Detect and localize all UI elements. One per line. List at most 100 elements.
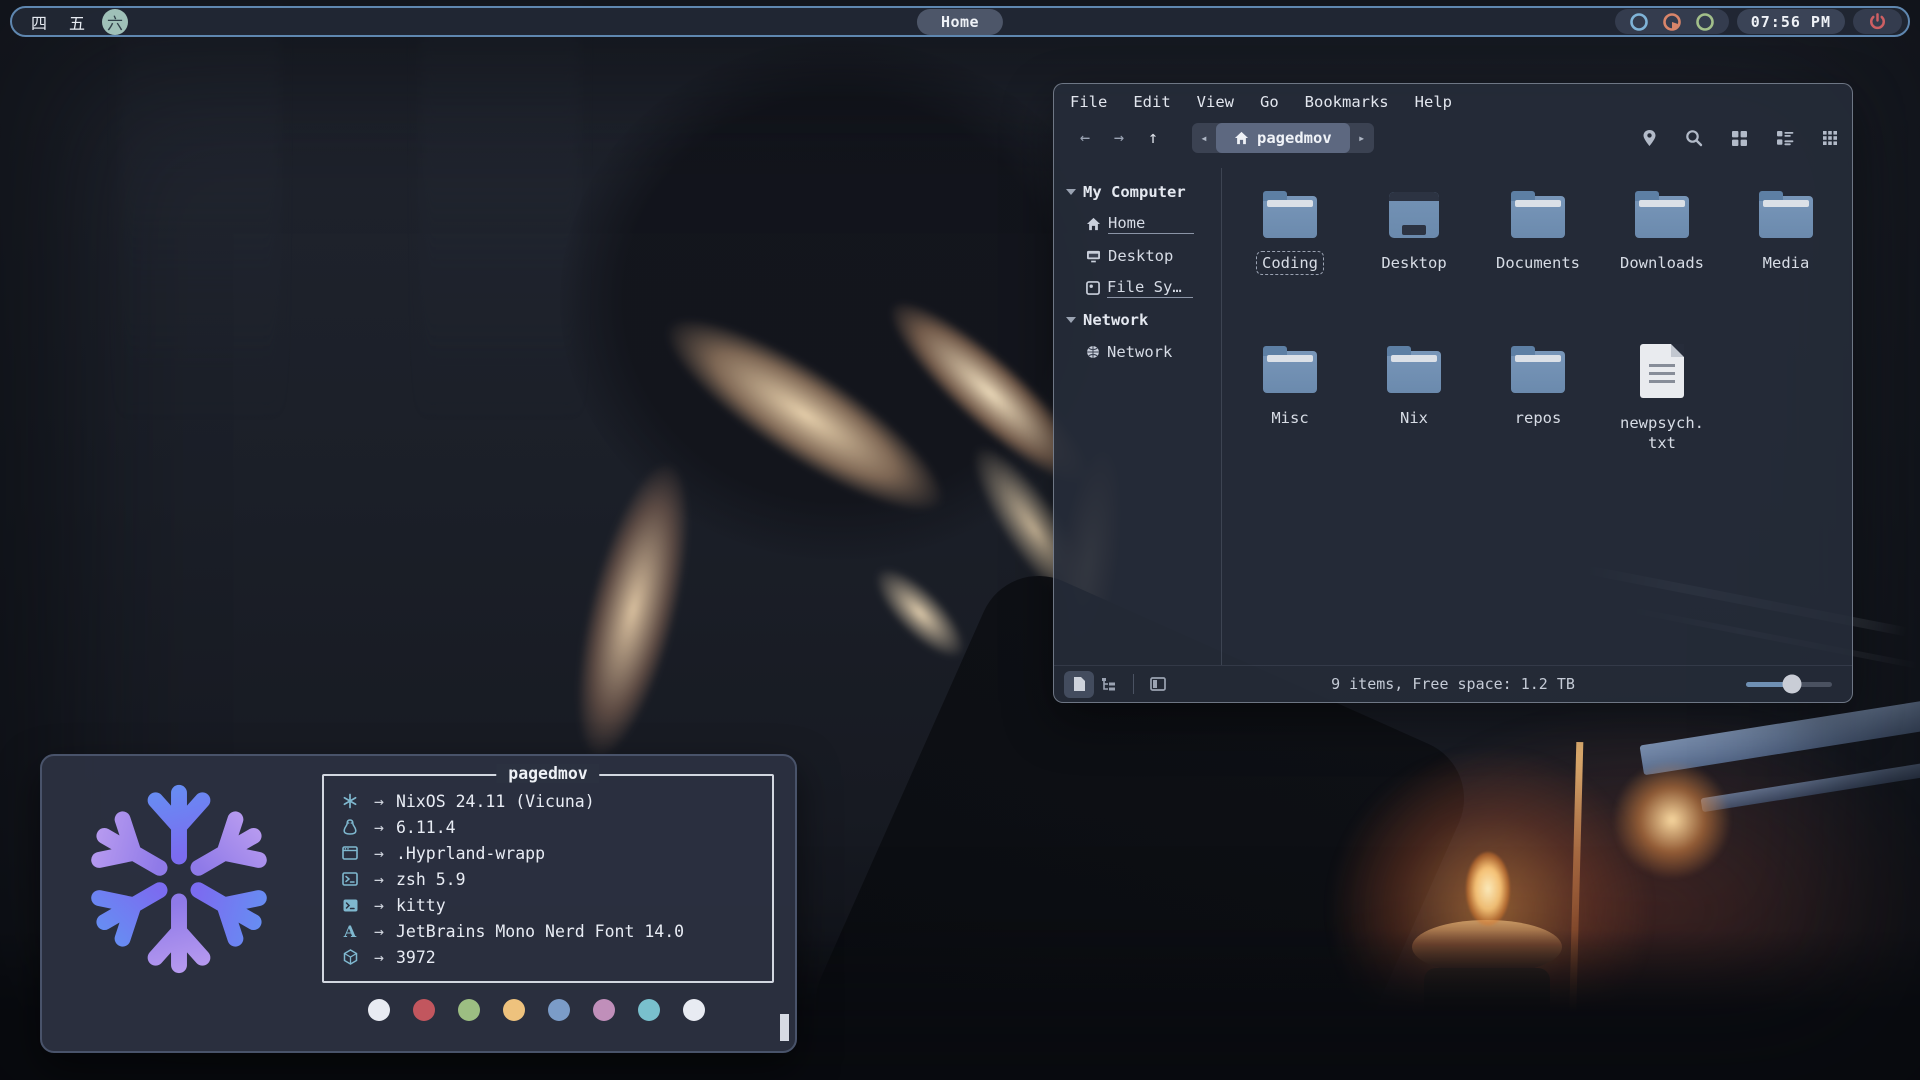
show-files-pane-button[interactable] (1064, 671, 1094, 698)
workspace-4[interactable]: 四 (26, 9, 52, 35)
terminal-cursor[interactable] (780, 1014, 789, 1041)
file-item-misc[interactable]: Misc (1228, 337, 1352, 492)
menu-go[interactable]: Go (1260, 93, 1279, 111)
drive-icon (1086, 281, 1100, 295)
wallpaper-lantern-pole (1568, 742, 1584, 1072)
home-icon (1234, 131, 1249, 145)
font-icon: A (338, 922, 362, 941)
back-icon[interactable]: ← (1068, 128, 1102, 148)
palette-dot-yellow (503, 999, 525, 1021)
wallpaper-candle-glow (1320, 740, 1660, 1080)
menu-file[interactable]: File (1070, 93, 1107, 111)
show-tree-pane-button[interactable] (1094, 671, 1124, 698)
location-pin-icon[interactable] (1642, 129, 1657, 147)
fetch-row-os: → NixOS 24.11 (Vicuna) (338, 788, 772, 814)
terminal-icon (338, 899, 362, 912)
menu-bookmarks[interactable]: Bookmarks (1305, 93, 1389, 111)
power-button[interactable] (1853, 9, 1902, 34)
sidebar: My Computer Home Desktop File Sy… Networ… (1054, 168, 1222, 665)
desktop-icon (1086, 250, 1101, 263)
toggle-side-pane-button[interactable] (1143, 671, 1173, 698)
wallpaper-candle-flame (1466, 852, 1510, 926)
status-text: 9 items, Free space: 1.2 TB (1331, 675, 1575, 693)
fetch-row-kernel: → 6.11.4 (338, 814, 772, 840)
sidebar-section-my-computer[interactable]: My Computer (1054, 176, 1221, 208)
folder-icon (1263, 196, 1317, 238)
separator (1133, 674, 1134, 694)
fetch-hostname: pagedmov (496, 764, 599, 783)
sidebar-item-home[interactable]: Home (1054, 208, 1221, 240)
linux-kernel-icon (338, 819, 362, 835)
fetch-row-shell: → zsh 5.9 (338, 866, 772, 892)
path-scroll-left-icon[interactable]: ◂ (1192, 123, 1216, 153)
shell-icon (338, 872, 362, 886)
file-label: Nix (1394, 406, 1434, 430)
folder-icon (1387, 351, 1441, 393)
file-item-coding[interactable]: Coding (1228, 182, 1352, 337)
palette-dot-magenta (593, 999, 615, 1021)
arrow: → (362, 818, 396, 837)
file-item-documents[interactable]: Documents (1476, 182, 1600, 337)
folder-icon (1759, 196, 1813, 238)
clock: 07:56 PM (1737, 9, 1845, 34)
path-scroll-right-icon[interactable]: ▸ (1350, 123, 1374, 153)
wallpaper-hair-strand (555, 454, 711, 766)
packages-icon (338, 949, 362, 965)
palette-dot-red (413, 999, 435, 1021)
list-view-icon[interactable] (1776, 130, 1794, 146)
fetch-value: JetBrains Mono Nerd Font 14.0 (396, 922, 684, 941)
file-item-desktop[interactable]: Desktop (1352, 182, 1476, 337)
sidebar-section-network[interactable]: Network (1054, 304, 1221, 336)
orange-record-indicator-icon[interactable] (1662, 12, 1682, 32)
chevron-down-icon (1066, 189, 1076, 195)
arrow: → (362, 792, 396, 811)
sidebar-item-label: Network (1107, 343, 1172, 361)
file-item-nix[interactable]: Nix (1352, 337, 1476, 492)
wallpaper-hair-strand (861, 554, 978, 671)
green-circle-indicator-icon[interactable] (1695, 12, 1715, 32)
forward-icon[interactable]: → (1102, 128, 1136, 148)
terminal-window[interactable]: pagedmov → NixOS 24.11 (Vicuna) → 6.11.4 (40, 754, 797, 1053)
compact-view-icon[interactable] (1822, 130, 1838, 146)
menu-edit[interactable]: Edit (1133, 93, 1170, 111)
wallpaper-plank (1640, 699, 1920, 776)
section-label: My Computer (1083, 183, 1186, 201)
up-icon[interactable]: ↑ (1136, 128, 1170, 148)
fetch-value: 6.11.4 (396, 818, 456, 837)
palette-dot-white (368, 999, 390, 1021)
file-item-repos[interactable]: repos (1476, 337, 1600, 492)
workspace-5[interactable]: 五 (64, 9, 90, 35)
section-label: Network (1083, 311, 1148, 329)
zoom-slider-knob[interactable] (1782, 675, 1801, 694)
blue-circle-indicator-icon[interactable] (1629, 12, 1649, 32)
home-icon (1086, 217, 1101, 231)
arrow: → (362, 948, 396, 967)
zoom-slider[interactable] (1746, 682, 1832, 687)
sidebar-item-network[interactable]: Network (1054, 336, 1221, 368)
menu-help[interactable]: Help (1415, 93, 1452, 111)
file-item-media[interactable]: Media (1724, 182, 1848, 337)
file-item-newpsych-txt[interactable]: newpsych.txt (1600, 337, 1724, 492)
sidebar-item-desktop[interactable]: Desktop (1054, 240, 1221, 272)
sidebar-item-file-system[interactable]: File Sy… (1054, 272, 1221, 304)
search-icon[interactable] (1685, 129, 1703, 147)
path-segment-home[interactable]: pagedmov (1216, 123, 1350, 153)
arrow: → (362, 922, 396, 941)
menu-view[interactable]: View (1197, 93, 1234, 111)
folder-icon (1511, 351, 1565, 393)
file-item-downloads[interactable]: Downloads (1600, 182, 1724, 337)
wallpaper-shape (420, 0, 580, 420)
file-label: Coding (1256, 251, 1324, 275)
nixos-logo (76, 776, 282, 982)
globe-icon (1086, 345, 1100, 359)
file-label: newpsych.txt (1614, 411, 1710, 455)
terminal-color-palette (368, 999, 705, 1021)
fetch-row-font: A → JetBrains Mono Nerd Font 14.0 (338, 918, 772, 944)
icon-view-icon[interactable] (1731, 130, 1748, 147)
workspace-6-active[interactable]: 六 (102, 9, 128, 35)
palette-dot-white2 (683, 999, 705, 1021)
wallpaper-small-glow (1612, 760, 1732, 880)
toolbar: ← → ↑ ◂ pagedmov ▸ (1054, 117, 1852, 159)
fetch-row-terminal: → kitty (338, 892, 772, 918)
active-window-title: Home (917, 9, 1003, 35)
